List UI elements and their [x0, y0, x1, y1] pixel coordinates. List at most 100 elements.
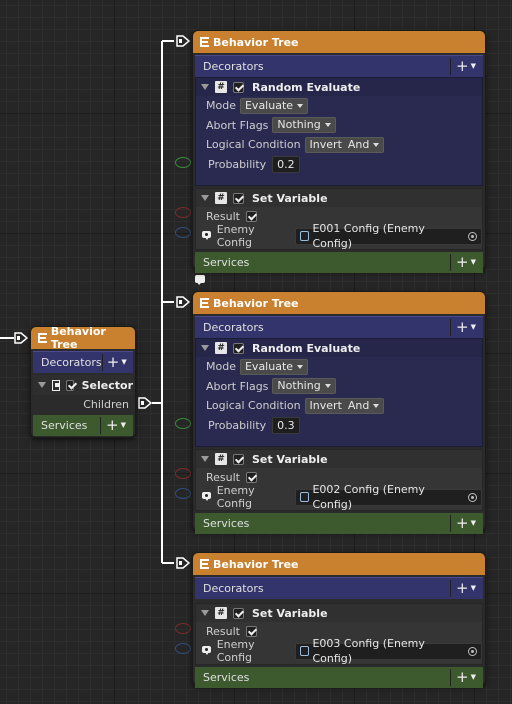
add-decorator-button[interactable]: + ▼ — [450, 58, 481, 75]
collapse-triangle-icon[interactable] — [201, 345, 209, 351]
plus-icon: + — [106, 353, 120, 371]
behavior-tree-node-1[interactable]: Behavior Tree Decorators + ▼ # Random Eva… — [192, 30, 486, 273]
plus-icon: + — [106, 416, 119, 434]
result-port-icon[interactable] — [175, 468, 191, 479]
object-picker-icon[interactable] — [468, 231, 477, 241]
mode-dropdown[interactable]: Evaluate — [239, 97, 309, 114]
object-picker-icon[interactable] — [468, 646, 477, 656]
random-evaluate-decorator: # Random Evaluate Mode Evaluate Abort Fla… — [195, 77, 483, 186]
flow-port-icon[interactable] — [176, 557, 190, 569]
result-label: Result — [206, 471, 240, 485]
decorators-label: Decorators — [41, 356, 102, 369]
node-title: Behavior Tree — [213, 35, 299, 49]
add-service-button[interactable]: + ▼ — [450, 254, 481, 271]
behavior-tree-node-root[interactable]: Behavior Tree Decorators + ▼ Selector Chi… — [30, 325, 136, 438]
services-bar: Services + ▼ — [195, 667, 483, 688]
decorators-bar: Decorators + ▼ — [195, 316, 483, 338]
set-variable-decorator: # Set Variable Result Enemy Config E001 C… — [195, 188, 483, 250]
condition-port-icon[interactable] — [175, 418, 191, 429]
config-port-icon[interactable] — [175, 643, 191, 654]
pin-icon[interactable] — [202, 492, 211, 502]
add-decorator-button[interactable]: + ▼ — [101, 353, 131, 371]
behavior-tree-icon — [199, 297, 210, 309]
invert-text: Invert — [309, 398, 342, 412]
set-variable-header[interactable]: # Set Variable — [196, 450, 482, 468]
plus-icon: + — [456, 668, 469, 686]
mode-dropdown[interactable]: Evaluate — [239, 358, 309, 375]
logical-condition-dropdown[interactable]: Invert And — [304, 136, 385, 153]
add-service-button[interactable]: + ▼ — [100, 417, 131, 434]
result-checkbox[interactable] — [246, 626, 257, 638]
logical-condition-dropdown[interactable]: Invert And — [304, 397, 385, 414]
set-variable-header[interactable]: # Set Variable — [196, 189, 482, 207]
abort-flags-dropdown[interactable]: Nothing — [272, 117, 336, 134]
selector-label: Selector — [81, 378, 133, 392]
plus-icon: + — [456, 253, 469, 271]
node-header[interactable]: Behavior Tree — [31, 325, 135, 351]
plus-icon: + — [456, 318, 469, 336]
plus-icon: + — [456, 57, 469, 75]
random-evaluate-header[interactable]: # Random Evaluate — [196, 339, 482, 357]
add-service-button[interactable]: + ▼ — [450, 669, 481, 686]
scriptable-object-icon — [299, 231, 310, 242]
scriptable-object-icon — [299, 492, 310, 503]
result-port-icon[interactable] — [175, 207, 191, 218]
set-variable-header[interactable]: # Set Variable — [196, 604, 482, 622]
enemy-config-value: E001 Config (Enemy Config) — [312, 222, 425, 251]
flow-port-icon[interactable] — [14, 332, 28, 344]
decorators-label: Decorators — [203, 321, 264, 334]
checkbox-checked-icon[interactable] — [233, 192, 244, 204]
collapse-triangle-icon[interactable] — [201, 610, 209, 616]
node-header[interactable]: Behavior Tree — [193, 31, 485, 53]
random-evaluate-decorator: # Random Evaluate Mode Evaluate Abort Fla… — [195, 338, 483, 447]
add-decorator-button[interactable]: + ▼ — [450, 319, 481, 336]
enemy-config-field[interactable]: E003 Config (Enemy Config) — [294, 637, 482, 665]
add-service-button[interactable]: + ▼ — [450, 515, 481, 532]
random-evaluate-header[interactable]: # Random Evaluate — [196, 78, 482, 96]
collapse-triangle-icon[interactable] — [38, 382, 46, 388]
probability-field[interactable]: 0.2 — [272, 155, 300, 173]
behavior-tree-node-2[interactable]: Behavior Tree Decorators + ▼ # Random Eva… — [192, 291, 486, 534]
script-hash-icon: # — [215, 192, 227, 204]
result-checkbox[interactable] — [246, 211, 257, 223]
children-output-port-icon[interactable] — [138, 397, 152, 409]
collapse-triangle-icon[interactable] — [201, 195, 209, 201]
collapse-triangle-icon[interactable] — [201, 84, 209, 90]
decorators-bar: Decorators + ▼ — [195, 55, 483, 77]
set-variable-title: Set Variable — [252, 452, 328, 466]
behavior-tree-node-3[interactable]: Behavior Tree Decorators + ▼ # Set Variab… — [192, 552, 486, 688]
selector-header[interactable]: Selector — [33, 375, 133, 395]
enemy-config-label: Enemy Config — [216, 484, 255, 511]
config-port-icon[interactable] — [175, 227, 191, 238]
abort-flags-dropdown[interactable]: Nothing — [272, 378, 336, 395]
enemy-config-label: Enemy Config — [216, 638, 255, 665]
checkbox-checked-icon[interactable] — [65, 379, 74, 391]
result-port-icon[interactable] — [175, 623, 191, 634]
probability-label: Probability — [208, 157, 267, 171]
add-decorator-button[interactable]: + ▼ — [450, 580, 481, 597]
pin-icon[interactable] — [202, 646, 211, 656]
pin-icon[interactable] — [202, 231, 211, 241]
behavior-tree-icon — [199, 558, 210, 570]
enemy-config-field[interactable]: E001 Config (Enemy Config) — [294, 222, 482, 250]
result-checkbox[interactable] — [246, 472, 257, 484]
collapse-triangle-icon[interactable] — [201, 456, 209, 462]
flow-port-icon[interactable] — [176, 35, 190, 47]
condition-port-icon[interactable] — [175, 157, 191, 168]
object-picker-icon[interactable] — [468, 492, 477, 502]
comment-bubble-icon[interactable] — [195, 275, 205, 285]
probability-field[interactable]: 0.3 — [272, 416, 300, 434]
enemy-config-field[interactable]: E002 Config (Enemy Config) — [294, 483, 482, 511]
config-port-icon[interactable] — [175, 488, 191, 499]
script-hash-icon: # — [215, 607, 227, 619]
script-hash-icon: # — [215, 81, 227, 93]
script-hash-icon: # — [215, 342, 227, 354]
flow-port-icon[interactable] — [176, 296, 190, 308]
services-label: Services — [203, 671, 250, 684]
checkbox-checked-icon[interactable] — [233, 81, 244, 93]
node-header[interactable]: Behavior Tree — [193, 553, 485, 575]
checkbox-checked-icon[interactable] — [233, 453, 244, 465]
checkbox-checked-icon[interactable] — [233, 342, 244, 354]
node-header[interactable]: Behavior Tree — [193, 292, 485, 314]
checkbox-checked-icon[interactable] — [233, 607, 244, 619]
